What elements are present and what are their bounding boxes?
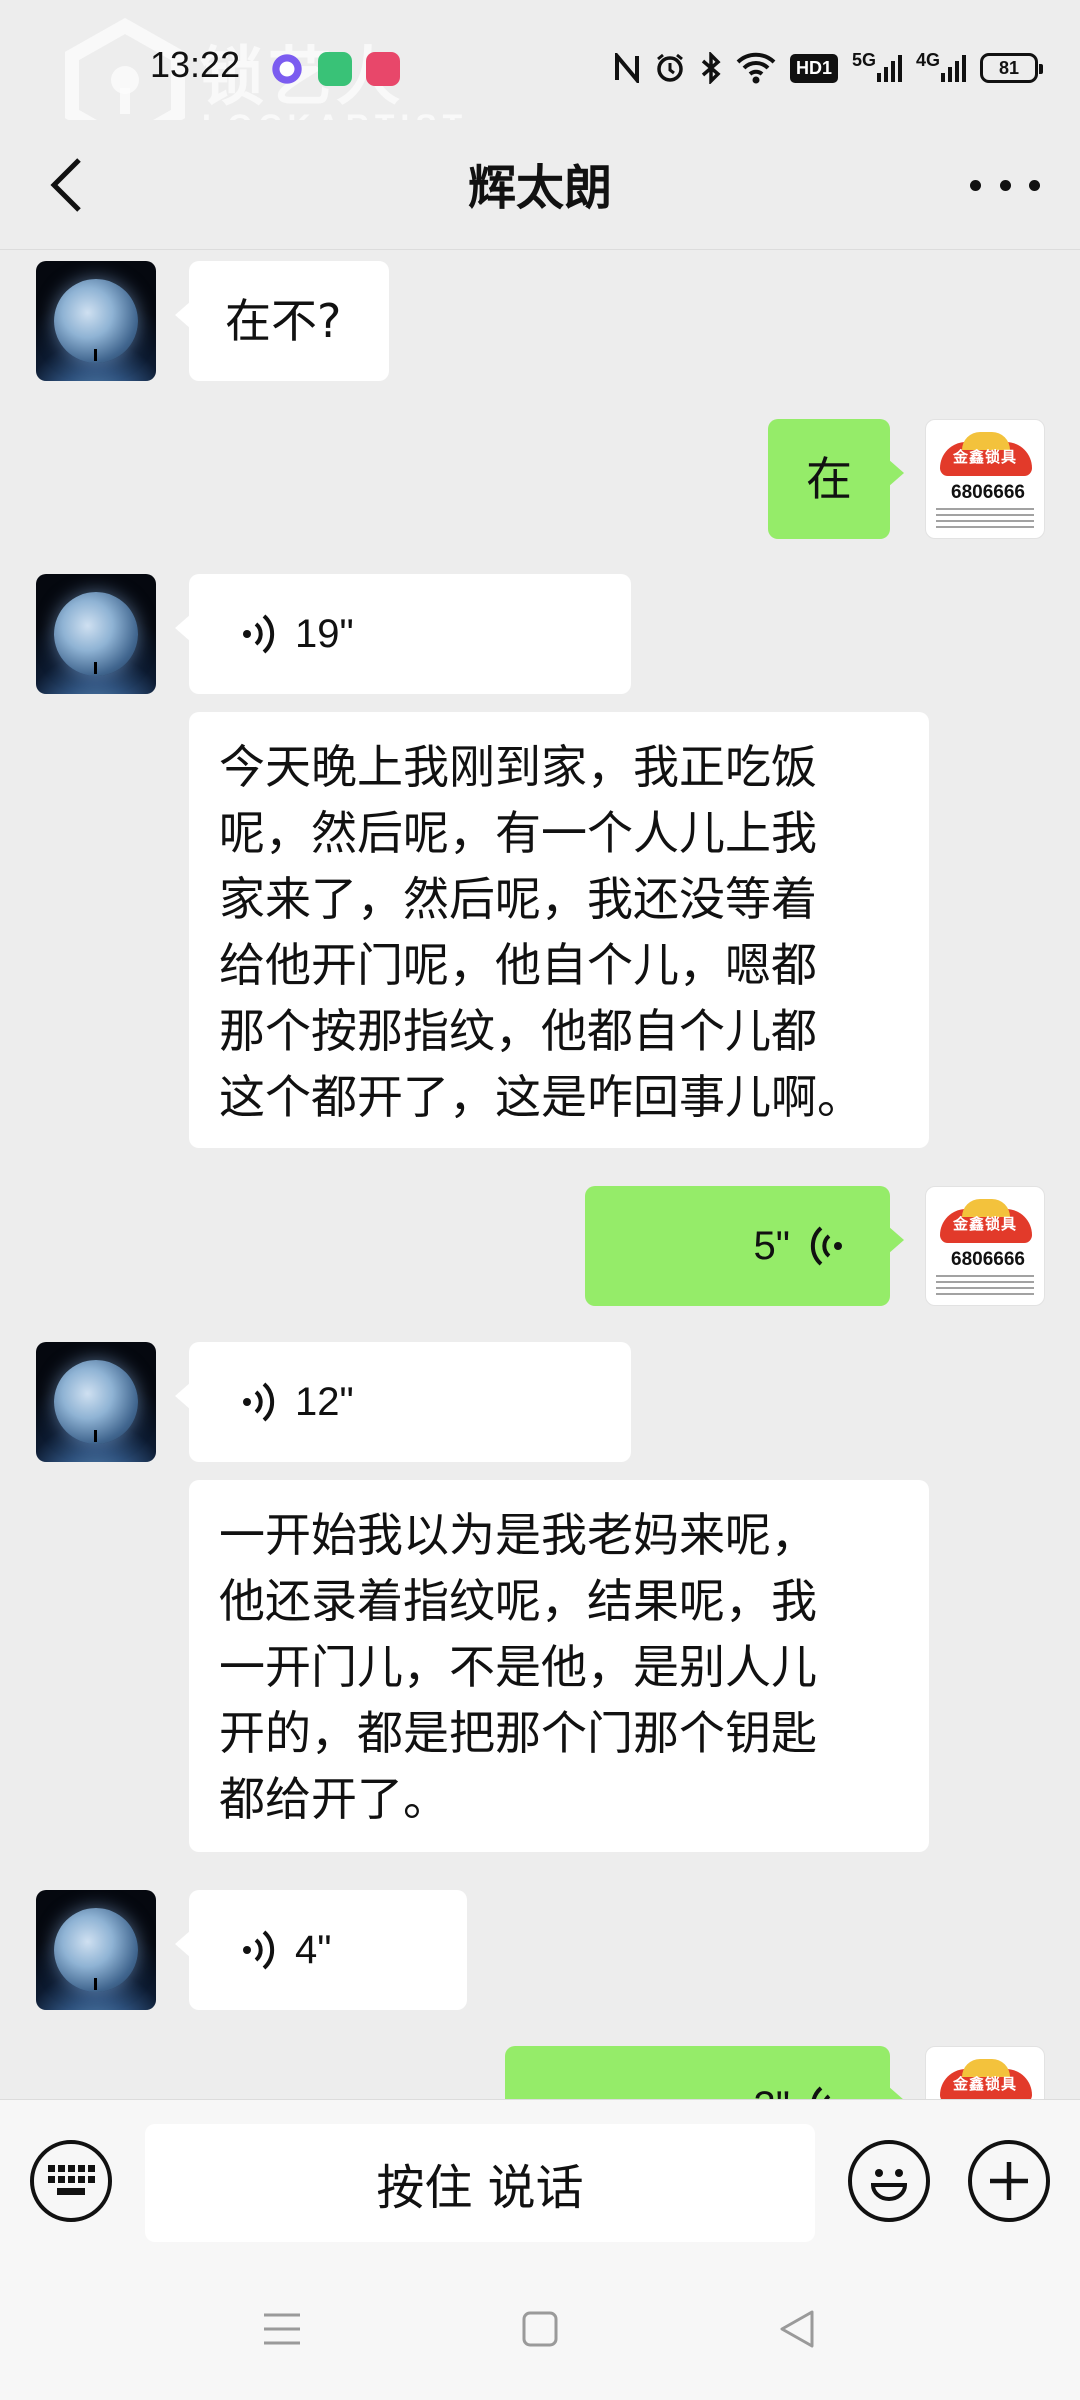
transcript-line: 一开始我以为是我老妈来呢， (219, 1508, 817, 1562)
shop-phone: 6806666 (951, 1249, 1025, 1270)
transcript-line: 开的，都是把那个门那个钥匙 (219, 1706, 817, 1760)
message-bubble-out[interactable]: 在 (768, 419, 904, 539)
home-button[interactable] (505, 2299, 575, 2359)
transcript-line: 都给开了。 (219, 1772, 449, 1826)
voice-transcript[interactable]: 今天晚上我刚到家，我正吃饭 呢，然后呢，有一个人儿上我 家来了，然后呢，我还没等… (189, 712, 929, 1148)
keyboard-icon (48, 2165, 95, 2195)
voice-transcript[interactable]: 一开始我以为是我老妈来呢， 他还录着指纹呢，结果呢，我 一开门儿，不是他，是别人… (189, 1480, 929, 1852)
wifi-icon (736, 50, 776, 86)
transcript-line: 那个按那指纹，他都自个儿都 (219, 1004, 817, 1058)
hold-to-talk-button[interactable]: 按住 说话 (145, 2124, 815, 2242)
signal-5g-icon: 5G (852, 50, 902, 86)
voice-duration: 5" (753, 1224, 790, 1268)
my-avatar[interactable]: 金鑫锁具 6806666 (925, 1186, 1045, 1306)
transcript-line: 呢，然后呢，有一个人儿上我 (219, 806, 817, 860)
shop-name: 金鑫锁具 (952, 448, 1017, 466)
voice-wave-icon (243, 1930, 275, 1970)
alarm-icon (654, 50, 686, 86)
transcript-line: 给他开门呢，他自个儿，嗯都 (219, 938, 817, 992)
signal-4g-icon: 4G (916, 50, 966, 86)
contact-avatar[interactable] (36, 261, 156, 381)
voice-message-in[interactable]: 12" (175, 1342, 631, 1462)
voice-message-out[interactable]: 5" (585, 1186, 904, 1306)
system-navigation-bar (0, 2259, 1080, 2400)
voice-wave-icon (810, 2086, 831, 2099)
transcript-line: 这个都开了，这是咋回事儿啊。 (219, 1070, 863, 1124)
app-notification-icon (366, 52, 400, 86)
transcript-line: 家来了，然后呢，我还没等着 (219, 872, 817, 926)
contact-avatar[interactable] (36, 1890, 156, 2010)
chat-header: 辉太朗 (0, 120, 1080, 250)
shop-name: 金鑫锁具 (952, 2075, 1017, 2093)
app-notification-icon (318, 52, 352, 86)
chat-title: 辉太朗 (467, 160, 612, 216)
signal-4g-label: 4G (915, 50, 940, 70)
input-bar: 按住 说话 (0, 2099, 1080, 2259)
message-bubble-in[interactable]: 在不? (175, 261, 389, 381)
transcript-line: 他还录着指纹呢，结果呢，我 (219, 1574, 817, 1628)
voice-message-in[interactable]: 4" (175, 1890, 467, 2010)
system-back-button[interactable] (762, 2299, 832, 2359)
voice-message-in[interactable]: 19" (175, 574, 631, 694)
shop-phone: 6806666 (951, 482, 1025, 503)
status-icons: HD1 5G 4G 81 (614, 48, 1043, 88)
status-time: 13:22 (150, 44, 241, 85)
message-text: 在 (806, 452, 852, 506)
message-list[interactable]: 在不? 在 金鑫锁具 6806666 19" 今天晚上我刚到家，我正吃饭 呢，然… (0, 251, 1080, 2099)
more-icon (970, 179, 981, 191)
menu-icon (264, 2313, 300, 2345)
my-avatar[interactable]: 金鑫锁具 6806666 (925, 419, 1045, 539)
voice-duration: 3" (754, 2073, 790, 2099)
status-bar: 锁艺人 LOCKARTIST 13:22 HD1 5G 4G 81 (0, 0, 1080, 148)
voice-duration: 4" (295, 1928, 332, 1972)
message-text: 在不? (225, 294, 342, 348)
voice-wave-icon (810, 1226, 842, 1266)
more-button[interactable] (970, 160, 1040, 210)
voice-duration: 12" (295, 1380, 354, 1424)
my-avatar[interactable]: 金鑫锁具 6806666 (925, 2046, 1045, 2099)
signal-5g-label: 5G (851, 50, 876, 70)
transcript-line: 今天晚上我刚到家，我正吃饭 (219, 740, 817, 794)
app-notification-icon (270, 52, 304, 86)
voice-duration: 19" (295, 612, 354, 656)
contact-avatar[interactable] (36, 574, 156, 694)
shop-name: 金鑫锁具 (952, 1215, 1017, 1233)
voice-message-out[interactable]: 3" (505, 2046, 904, 2099)
emoji-icon (870, 2169, 908, 2201)
voice-wave-icon (243, 1382, 275, 1422)
voice-wave-icon (243, 614, 275, 654)
more-icon (999, 179, 1011, 191)
home-icon (522, 2311, 558, 2347)
plus-icon (990, 2162, 1028, 2200)
bluetooth-icon (700, 50, 722, 86)
more-actions-button[interactable] (968, 2140, 1050, 2222)
nfc-icon (614, 50, 640, 86)
back-triangle-icon (780, 2310, 814, 2348)
battery-icon: 81 (980, 53, 1043, 83)
notification-icons (270, 52, 400, 86)
shop-fine-print (936, 1275, 1034, 1297)
hd-badge: HD1 (789, 53, 838, 83)
keyboard-button[interactable] (30, 2140, 112, 2222)
contact-avatar[interactable] (36, 1342, 156, 1462)
more-icon (1029, 179, 1040, 191)
emoji-button[interactable] (848, 2140, 930, 2222)
shop-fine-print (936, 508, 1034, 530)
recents-button[interactable] (247, 2299, 317, 2359)
transcript-line: 一开门儿，不是他，是别人儿 (219, 1640, 817, 1694)
